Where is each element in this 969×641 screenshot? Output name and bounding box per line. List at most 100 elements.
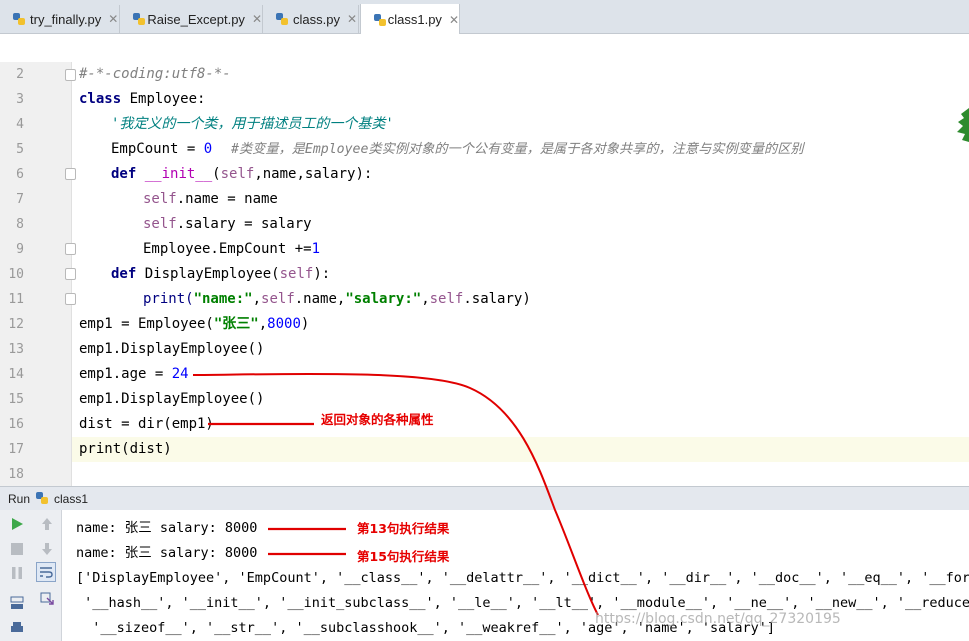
tab-label: Raise_Except.py: [147, 11, 245, 27]
close-icon[interactable]: ✕: [449, 13, 459, 27]
number-literal: 1: [311, 241, 321, 257]
code-text: dist = dir(emp1): [79, 416, 214, 432]
keyword: def: [111, 166, 137, 182]
print-button[interactable]: [7, 618, 27, 638]
line-number: 10: [8, 267, 24, 282]
layout-icon: [10, 596, 24, 609]
stop-button[interactable]: [7, 539, 27, 559]
scroll-down-button[interactable]: [37, 539, 57, 559]
code-text: def DisplayEmployee(self):: [111, 262, 330, 287]
docstring: '我定义的一个类，用于描述员工的一个基类': [111, 116, 394, 132]
line-number: 2: [16, 67, 24, 82]
python-file-icon: [373, 13, 386, 27]
code-line: 17 print(dist): [0, 437, 969, 462]
code-line: 15 emp1.DisplayEmployee(): [0, 387, 969, 412]
keyword: def: [111, 266, 137, 282]
code-line: 4 '我定义的一个类，用于描述员工的一个基类': [0, 112, 969, 137]
annotation-dir-note: 返回对象的各种属性: [321, 412, 434, 427]
code-fragment: Employee.EmpCount +=: [143, 241, 312, 257]
python-file-icon: [12, 12, 26, 26]
run-panel-title[interactable]: Run: [8, 492, 30, 506]
python-file-icon: [36, 492, 49, 505]
line-number: 11: [8, 292, 24, 307]
stop-icon: [11, 543, 23, 555]
rerun-button[interactable]: [7, 514, 27, 534]
code-editor[interactable]: 2 #-*-coding:utf8-*- 3 class Employee: 4…: [0, 34, 969, 486]
code-text: print("name:",self.name,"salary:",self.s…: [143, 291, 531, 307]
code-line: 9 Employee.EmpCount +=1: [0, 237, 969, 262]
fold-marker-icon[interactable]: [65, 268, 76, 280]
line-number: 12: [8, 317, 24, 332]
fold-marker-icon[interactable]: [65, 168, 76, 180]
line-number: 7: [16, 192, 24, 207]
tab-try-finally[interactable]: try_finally.py ✕: [0, 5, 120, 33]
run-config-name[interactable]: class1: [54, 492, 88, 506]
string-literal: "张三": [213, 316, 259, 332]
tab-raise-except[interactable]: Raise_Except.py ✕: [120, 5, 263, 33]
line-number: 15: [8, 392, 24, 407]
code-text: emp1.DisplayEmployee(): [79, 391, 265, 407]
run-panel-header: Run class1: [0, 486, 969, 510]
tab-class1[interactable]: class1.py ✕: [360, 4, 460, 35]
keyword: class: [79, 91, 122, 107]
code-line: 2 #-*-coding:utf8-*-: [0, 62, 969, 87]
line-number: 18: [8, 467, 24, 482]
close-icon[interactable]: ✕: [252, 12, 262, 26]
number-literal: 24: [171, 366, 189, 382]
line-number: 6: [16, 167, 24, 182]
console-line: name: 张三 salary: 8000: [76, 520, 258, 536]
code-text: emp1.age = 24: [79, 362, 189, 387]
code-fragment: .salary): [463, 291, 531, 307]
string-literal: "salary:": [345, 291, 422, 307]
annotation-line13-note: 第13句执行结果: [357, 521, 450, 536]
code-line: 14 emp1.age = 24: [0, 362, 969, 387]
code-line: 8 self.salary = salary: [0, 212, 969, 237]
pause-button[interactable]: [7, 563, 27, 583]
code-text: def __init__(self,name,salary):: [111, 166, 373, 182]
code-fragment: .name,: [294, 291, 346, 307]
code-fragment: emp1 = Employee(: [79, 316, 214, 332]
editor-top-strip: [0, 34, 969, 62]
run-toolbar: [0, 510, 62, 641]
self-keyword: self: [143, 216, 177, 232]
line-number: 9: [16, 242, 24, 257]
console-line: ['DisplayEmployee', 'EmpCount', '__class…: [76, 570, 969, 586]
annotation-line15-note: 第15句执行结果: [357, 549, 450, 564]
code-line: 16 dist = dir(emp1): [0, 412, 969, 437]
class-name: Employee:: [121, 91, 206, 107]
self-keyword: self: [279, 266, 314, 282]
soft-wrap-button[interactable]: [36, 562, 56, 582]
code-line: 18: [0, 462, 969, 487]
line-number: 14: [8, 367, 24, 382]
line-number: 16: [8, 417, 24, 432]
fold-marker-icon[interactable]: [65, 243, 76, 255]
tab-label: class1.py: [387, 12, 442, 27]
scroll-to-end-button[interactable]: [37, 589, 57, 609]
console-line: name: 张三 salary: 8000: [76, 545, 258, 561]
fold-marker-icon[interactable]: [65, 69, 76, 81]
play-icon: [12, 518, 23, 530]
tab-label: class.py: [293, 11, 340, 27]
tab-label: try_finally.py: [30, 11, 102, 27]
tab-class[interactable]: class.py ✕: [263, 5, 359, 33]
string-literal: "name:": [193, 291, 253, 307]
self-keyword: self: [429, 291, 464, 307]
code-text: #-*-coding:utf8-*-: [79, 66, 231, 82]
arrow-up-icon: [42, 518, 52, 530]
code-text: emp1 = Employee("张三",8000): [79, 316, 310, 332]
code-line: 11 print("name:",self.name,"salary:",sel…: [0, 287, 969, 312]
code-fragment: .name = name: [176, 191, 278, 207]
code-text: EmpCount = 0: [111, 137, 212, 162]
code-text: Employee.EmpCount +=1: [143, 237, 320, 262]
inspection-widget-icon[interactable]: [955, 106, 969, 144]
fold-marker-icon[interactable]: [65, 293, 76, 305]
code-text: print(dist): [79, 441, 172, 457]
close-icon[interactable]: ✕: [347, 12, 357, 26]
close-icon[interactable]: ✕: [108, 12, 118, 26]
arrow-down-icon: [42, 543, 52, 555]
code-fragment: ,name,salary):: [254, 166, 373, 182]
layout-button[interactable]: [7, 593, 27, 613]
scroll-up-button[interactable]: [37, 514, 57, 534]
code-fragment: EmpCount =: [111, 141, 204, 157]
scroll-end-icon: [40, 592, 54, 605]
